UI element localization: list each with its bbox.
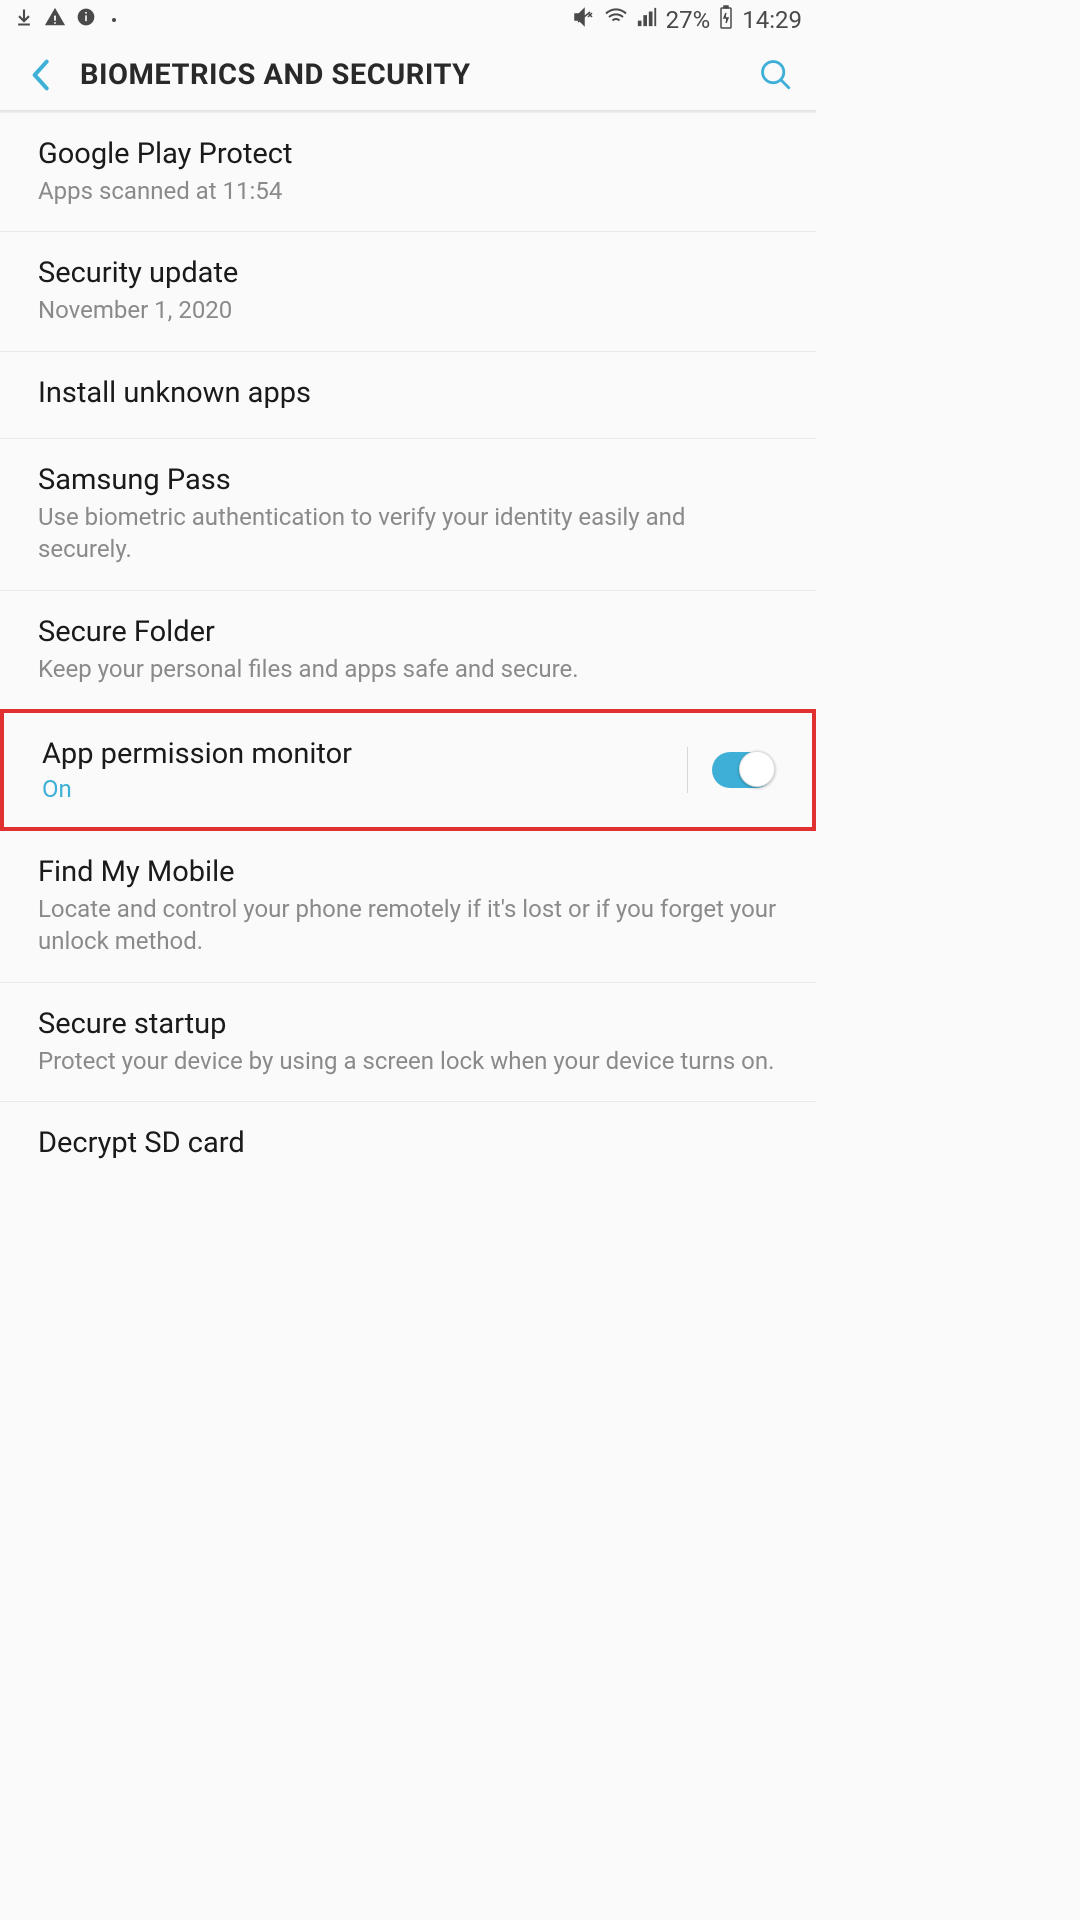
setting-title: App permission monitor bbox=[42, 737, 687, 771]
setting-decrypt-sd-card[interactable]: Decrypt SD card bbox=[0, 1102, 816, 1188]
highlight-box: App permission monitor On bbox=[0, 709, 816, 831]
setting-security-update[interactable]: Security update November 1, 2020 bbox=[0, 232, 816, 351]
toggle-divider bbox=[687, 747, 688, 793]
search-button[interactable] bbox=[756, 55, 796, 95]
setting-subtitle: Locate and control your phone remotely i… bbox=[38, 893, 778, 958]
setting-title: Install unknown apps bbox=[38, 376, 778, 410]
status-bar: 27% 14:29 bbox=[0, 0, 816, 40]
signal-icon bbox=[636, 6, 658, 34]
app-bar: BIOMETRICS AND SECURITY bbox=[0, 40, 816, 110]
setting-secure-folder[interactable]: Secure Folder Keep your personal files a… bbox=[0, 591, 816, 709]
clock: 14:29 bbox=[742, 6, 802, 34]
toggle-thumb bbox=[739, 751, 775, 787]
status-left bbox=[14, 6, 116, 34]
setting-title: Find My Mobile bbox=[38, 855, 778, 889]
setting-title: Google Play Protect bbox=[38, 137, 778, 171]
wifi-icon bbox=[604, 5, 628, 35]
back-button[interactable] bbox=[20, 55, 60, 95]
setting-find-my-mobile[interactable]: Find My Mobile Locate and control your p… bbox=[0, 831, 816, 983]
warning-icon bbox=[44, 6, 66, 34]
dot-icon bbox=[112, 18, 116, 22]
app-permission-monitor-toggle[interactable] bbox=[712, 752, 774, 788]
setting-samsung-pass[interactable]: Samsung Pass Use biometric authenticatio… bbox=[0, 439, 816, 591]
toggle-container bbox=[687, 747, 774, 793]
setting-secure-startup[interactable]: Secure startup Protect your device by us… bbox=[0, 983, 816, 1102]
setting-title: Secure startup bbox=[38, 1007, 778, 1041]
setting-title: Secure Folder bbox=[38, 615, 778, 649]
setting-title: Decrypt SD card bbox=[38, 1126, 778, 1160]
setting-subtitle: Protect your device by using a screen lo… bbox=[38, 1045, 778, 1077]
setting-subtitle: Apps scanned at 11:54 bbox=[38, 175, 778, 207]
battery-percent: 27% bbox=[666, 6, 711, 34]
setting-app-permission-monitor[interactable]: App permission monitor On bbox=[4, 713, 812, 827]
settings-list: Google Play Protect Apps scanned at 11:5… bbox=[0, 113, 816, 1188]
setting-subtitle: Use biometric authentication to verify y… bbox=[38, 501, 778, 566]
mute-vibrate-icon bbox=[572, 5, 596, 35]
battery-charging-icon bbox=[718, 5, 734, 35]
page-title: BIOMETRICS AND SECURITY bbox=[80, 58, 756, 92]
setting-google-play-protect[interactable]: Google Play Protect Apps scanned at 11:5… bbox=[0, 113, 816, 232]
status-right: 27% 14:29 bbox=[572, 5, 802, 35]
setting-subtitle: Keep your personal files and apps safe a… bbox=[38, 653, 778, 685]
setting-subtitle-accent: On bbox=[42, 775, 687, 803]
setting-title: Security update bbox=[38, 256, 778, 290]
setting-subtitle: November 1, 2020 bbox=[38, 294, 778, 326]
setting-title: Samsung Pass bbox=[38, 463, 778, 497]
setting-install-unknown-apps[interactable]: Install unknown apps bbox=[0, 352, 816, 439]
download-icon bbox=[14, 7, 34, 33]
info-icon bbox=[76, 7, 96, 33]
